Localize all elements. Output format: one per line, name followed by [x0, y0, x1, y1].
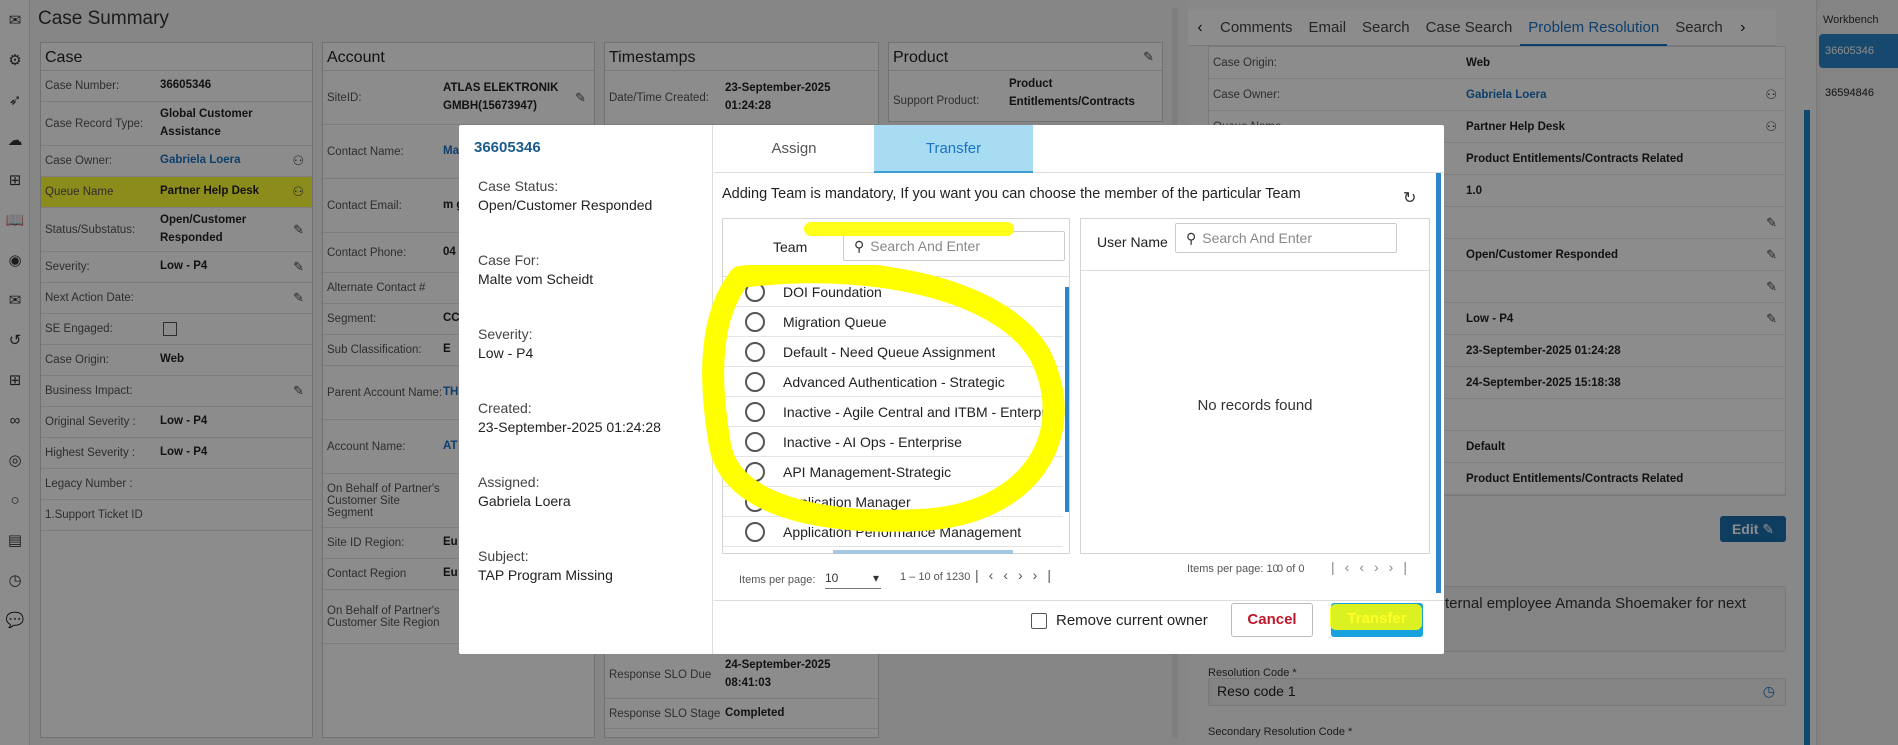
prev-page-icon[interactable]: ‹ — [1359, 559, 1374, 575]
chevron-down-icon: ▾ — [872, 571, 879, 585]
team-search-placeholder: Search And Enter — [870, 238, 981, 254]
case-info-item: Case Status: Open/Customer Responded — [459, 178, 712, 213]
items-per-page-select[interactable]: 10 ▾ — [825, 569, 881, 589]
case-info-item: Severity: Low - P4 — [459, 326, 712, 361]
user-search-placeholder: Search And Enter — [1202, 230, 1313, 246]
case-info-label: Subject: — [478, 548, 529, 564]
highlight-mark — [1330, 604, 1422, 630]
user-list-box: User Name ⚲ Search And Enter No records … — [1080, 218, 1430, 554]
refresh-icon[interactable]: ↻ — [1403, 188, 1416, 208]
case-info-item: Created: 23-September-2025 01:24:28 — [459, 400, 712, 435]
user-pager-range: 0 of 0 — [1277, 563, 1305, 575]
last-page-icon[interactable]: ›| — [1033, 567, 1061, 583]
user-pager-nav: |‹‹››| — [1331, 559, 1417, 575]
modal-case-id: 36605346 — [474, 139, 541, 156]
search-icon: ⚲ — [1186, 229, 1197, 246]
modal-scrollbar[interactable] — [1436, 173, 1441, 593]
highlight-mark — [804, 222, 1014, 236]
case-info-value: TAP Program Missing — [478, 567, 613, 583]
modal-footer-divider — [714, 600, 1444, 601]
user-items-per-page: Items per page: 10 — [1187, 563, 1279, 575]
first-page-icon[interactable]: |‹ — [1331, 559, 1359, 575]
case-info-value: 23-September-2025 01:24:28 — [478, 419, 661, 435]
case-info-label: Case Status: — [478, 178, 559, 194]
case-info-label: Created: — [478, 400, 532, 416]
case-info-label: Severity: — [478, 326, 533, 342]
case-info-item: Assigned: Gabriela Loera — [459, 474, 712, 509]
mandatory-team-note: Adding Team is mandatory, If you want yo… — [722, 186, 1301, 202]
case-info-value: Malte vom Scheidt — [478, 271, 594, 287]
tab-assign[interactable]: Assign — [714, 125, 874, 173]
first-page-icon[interactable]: |‹ — [975, 567, 1003, 583]
prev-page-icon[interactable]: ‹ — [1003, 567, 1018, 583]
remove-owner-label: Remove current owner — [1056, 612, 1208, 629]
no-records-text: No records found — [1197, 397, 1313, 414]
case-info-value: Gabriela Loera — [478, 493, 571, 509]
case-info-label: Case For: — [478, 252, 540, 268]
cancel-button[interactable]: Cancel — [1231, 603, 1313, 637]
case-info-value: Open/Customer Responded — [478, 197, 653, 213]
case-info-label: Assigned: — [478, 474, 540, 490]
items-per-page-value: 10 — [825, 571, 839, 585]
team-items-per-page-label: Items per page: — [739, 574, 816, 586]
tab-transfer[interactable]: Transfer — [874, 125, 1033, 173]
search-icon: ⚲ — [854, 237, 865, 254]
team-list-hscrollbar[interactable] — [833, 550, 1013, 554]
user-search-input[interactable]: ⚲ Search And Enter — [1175, 223, 1397, 253]
case-info-item: Case For: Malte vom Scheidt — [459, 252, 712, 287]
team-header-label: Team — [773, 239, 808, 255]
next-page-icon[interactable]: › — [1018, 567, 1033, 583]
case-info-value: Low - P4 — [478, 345, 534, 361]
modal-tabs: Assign Transfer — [714, 125, 1444, 173]
next-page-icon[interactable]: › — [1374, 559, 1389, 575]
highlight-scribble — [702, 265, 1065, 532]
user-header-label: User Name — [1097, 234, 1168, 250]
user-list-header: User Name ⚲ Search And Enter — [1081, 219, 1429, 271]
case-info-panel: 36605346 Case Status: Open/Customer Respo… — [459, 125, 713, 654]
team-pager-nav: |‹‹››| — [975, 567, 1061, 583]
remove-owner-checkbox[interactable] — [1031, 613, 1047, 629]
team-pager-range: 1 – 10 of 1230 — [900, 571, 971, 583]
case-info-item: Subject: TAP Program Missing — [459, 548, 712, 583]
last-page-icon[interactable]: ›| — [1389, 559, 1417, 575]
